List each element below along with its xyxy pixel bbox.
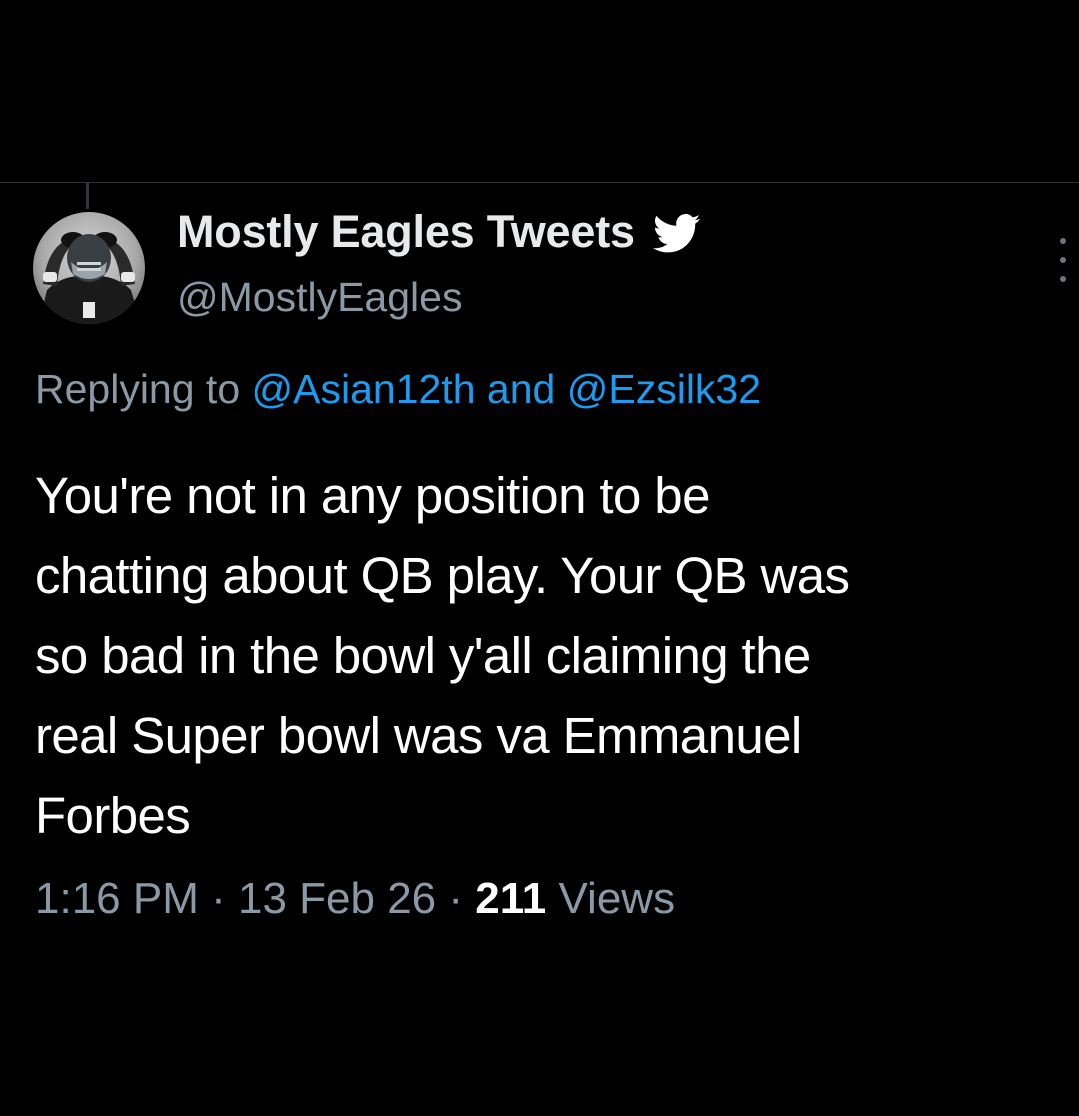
- views-count: 211: [475, 874, 547, 923]
- author-name-row[interactable]: Mostly Eagles Tweets: [177, 206, 701, 258]
- meta-separator: ·: [448, 874, 464, 923]
- replying-to-line: Replying to @Asian12th and @Ezsilk32: [35, 366, 761, 413]
- author-handle[interactable]: @MostlyEagles: [177, 274, 462, 321]
- tweet-meta: 1:16 PM · 13 Feb 26 · 211 Views: [35, 874, 675, 924]
- more-dot: [1060, 257, 1066, 263]
- display-name[interactable]: Mostly Eagles Tweets: [177, 206, 635, 258]
- avatar[interactable]: [33, 212, 145, 324]
- meta-separator: ·: [211, 874, 226, 923]
- top-divider: [0, 182, 1079, 183]
- twitter-bird-icon: [652, 213, 701, 255]
- thread-connector-line: [86, 183, 89, 209]
- mention-link-2[interactable]: @Ezsilk32: [567, 366, 761, 412]
- mention-link-1[interactable]: @Asian12th: [252, 366, 476, 412]
- tweet-date[interactable]: 13 Feb 26: [238, 874, 436, 923]
- reply-conjunction: and: [486, 366, 556, 412]
- more-options-button[interactable]: [1052, 238, 1074, 282]
- helmet-photo-avatar-icon: [33, 212, 145, 324]
- more-dot: [1060, 276, 1066, 282]
- more-dot: [1060, 238, 1066, 244]
- replying-prefix: Replying to: [35, 366, 241, 412]
- tweet-text: You're not in any position to be chattin…: [35, 467, 850, 844]
- tweet-time[interactable]: 1:16 PM: [35, 874, 199, 923]
- views-label: Views: [558, 874, 676, 923]
